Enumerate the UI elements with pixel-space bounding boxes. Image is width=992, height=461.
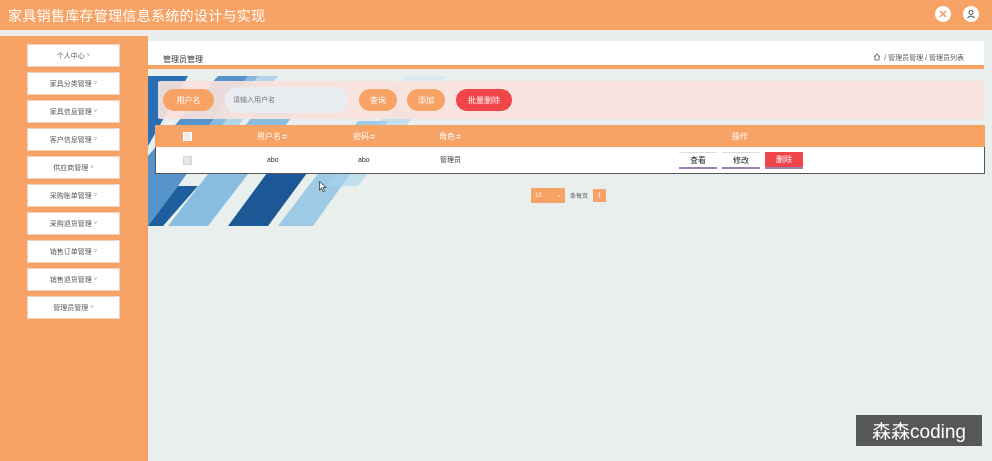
pagination: 10 ⌄ 条每页 1 bbox=[531, 188, 607, 203]
sidebar: 个人中心 ˅ 家具分类管理 ˅ 家具信息管理 ˅ 客户信息管理 ˅ 供应商管理 ˅ 采购账… bbox=[0, 36, 148, 461]
row-checkbox[interactable] bbox=[183, 147, 192, 173]
chevron-down-icon: ˅ bbox=[93, 192, 98, 199]
sort-icon: ≑ bbox=[455, 131, 462, 141]
sidebar-item-furniture[interactable]: 家具信息管理 ˅ bbox=[27, 100, 120, 123]
admin-table: 用户名 ≑ 密码 ≑ 角色 ≑ 操作 abo abo 管理员 查看 修改 删除 bbox=[155, 125, 985, 174]
cell-username: abo bbox=[267, 156, 279, 164]
column-header-username[interactable]: 用户名 ≑ bbox=[257, 125, 288, 147]
sidebar-item-label: 销售退货管理 bbox=[49, 276, 92, 284]
sidebar-item-purchase-bill[interactable]: 采购账单管理 ˅ bbox=[27, 184, 120, 207]
chevron-down-icon: ˅ bbox=[86, 52, 91, 59]
home-icon[interactable] bbox=[873, 53, 881, 63]
page-size-select[interactable]: 10 ⌄ bbox=[531, 188, 565, 203]
breadcrumb-item[interactable]: 管理员管理 bbox=[888, 53, 923, 63]
batch-delete-button[interactable]: 批量删除 bbox=[456, 89, 512, 111]
chevron-down-icon: ˅ bbox=[93, 136, 98, 143]
sort-icon: ≑ bbox=[281, 131, 288, 141]
sidebar-item-sales-order[interactable]: 销售订单管理 ˅ bbox=[27, 240, 120, 263]
chevron-down-icon: ˅ bbox=[93, 220, 98, 227]
page-number-current[interactable]: 1 bbox=[593, 189, 607, 202]
close-x-icon[interactable] bbox=[935, 6, 951, 22]
table-header: 用户名 ≑ 密码 ≑ 角色 ≑ 操作 bbox=[155, 125, 985, 147]
edit-button[interactable]: 修改 bbox=[722, 152, 760, 169]
sidebar-item-sales-return[interactable]: 销售退货管理 ˅ bbox=[27, 268, 120, 291]
column-header-actions: 操作 bbox=[732, 131, 748, 141]
breadcrumb-separator: / bbox=[925, 54, 928, 62]
username-label: 用户名 bbox=[163, 89, 214, 111]
breadcrumb-item: 管理员列表 bbox=[929, 55, 964, 62]
sidebar-item-admin[interactable]: 管理员管理 ˅ bbox=[27, 296, 120, 319]
chevron-down-icon: ⌄ bbox=[555, 193, 561, 199]
sidebar-item-supplier[interactable]: 供应商管理 ˅ bbox=[27, 156, 120, 179]
sidebar-item-customer[interactable]: 客户信息管理 ˅ bbox=[27, 128, 120, 151]
user-icon[interactable] bbox=[963, 6, 979, 22]
chevron-down-icon: ˅ bbox=[90, 304, 94, 311]
chevron-down-icon: ˅ bbox=[93, 108, 98, 115]
sidebar-item-purchase-return[interactable]: 采购退货管理 ˅ bbox=[27, 212, 120, 235]
cell-role: 管理员 bbox=[440, 157, 461, 164]
main-content: 管理员管理 / 管理员管理 / 管理员列表 用户名 查询 添加 批量删除 用户名… bbox=[148, 36, 992, 461]
column-header-password[interactable]: 密码 ≑ bbox=[353, 125, 376, 147]
query-button[interactable]: 查询 bbox=[359, 89, 397, 111]
view-button[interactable]: 查看 bbox=[679, 152, 717, 169]
sidebar-item-personal-center[interactable]: 个人中心 ˅ bbox=[27, 44, 120, 67]
page-header: 管理员管理 / 管理员管理 / 管理员列表 bbox=[148, 41, 984, 69]
sidebar-item-label: 管理员管理 bbox=[53, 304, 89, 312]
mouse-cursor-icon bbox=[319, 179, 327, 197]
watermark: 森森coding bbox=[856, 415, 982, 446]
search-bar: 用户名 查询 添加 批量删除 bbox=[158, 81, 984, 119]
table-row: abo abo 管理员 查看 修改 删除 bbox=[155, 147, 985, 174]
sidebar-item-label: 供应商管理 bbox=[53, 164, 89, 172]
sort-icon: ≑ bbox=[369, 131, 376, 141]
page-size-suffix: 条每页 bbox=[570, 194, 589, 200]
add-button[interactable]: 添加 bbox=[407, 89, 445, 111]
sidebar-item-category[interactable]: 家具分类管理 ˅ bbox=[27, 72, 120, 95]
page-title: 管理员管理 bbox=[163, 55, 203, 64]
chevron-down-icon: ˅ bbox=[93, 80, 98, 87]
column-label: 用户名 bbox=[257, 131, 281, 141]
sidebar-item-label: 采购退货管理 bbox=[49, 220, 92, 228]
column-label: 密码 bbox=[353, 131, 369, 141]
sidebar-item-label: 采购账单管理 bbox=[49, 192, 92, 200]
sidebar-item-label: 销售订单管理 bbox=[49, 248, 92, 256]
sidebar-item-label: 家具分类管理 bbox=[49, 80, 92, 88]
chevron-down-icon: ˅ bbox=[93, 276, 98, 283]
breadcrumb-separator: / bbox=[884, 54, 887, 62]
breadcrumb: / 管理员管理 / 管理员列表 bbox=[873, 53, 964, 63]
sidebar-item-label: 客户信息管理 bbox=[49, 136, 92, 144]
cell-password: abo bbox=[358, 156, 370, 164]
username-search-input[interactable] bbox=[225, 87, 348, 113]
app-title: 家具销售库存管理信息系统的设计与实现 bbox=[8, 8, 266, 24]
column-header-role[interactable]: 角色 ≑ bbox=[439, 125, 462, 147]
page-size-value: 10 bbox=[535, 192, 542, 199]
sidebar-item-label: 个人中心 bbox=[56, 52, 85, 60]
sidebar-item-label: 家具信息管理 bbox=[49, 108, 92, 116]
top-bar: 家具销售库存管理信息系统的设计与实现 bbox=[0, 0, 992, 30]
chevron-down-icon: ˅ bbox=[93, 248, 98, 255]
select-all-checkbox[interactable] bbox=[183, 125, 192, 147]
column-label: 角色 bbox=[439, 131, 455, 141]
delete-button[interactable]: 删除 bbox=[765, 152, 803, 169]
chevron-down-icon: ˅ bbox=[90, 164, 94, 171]
